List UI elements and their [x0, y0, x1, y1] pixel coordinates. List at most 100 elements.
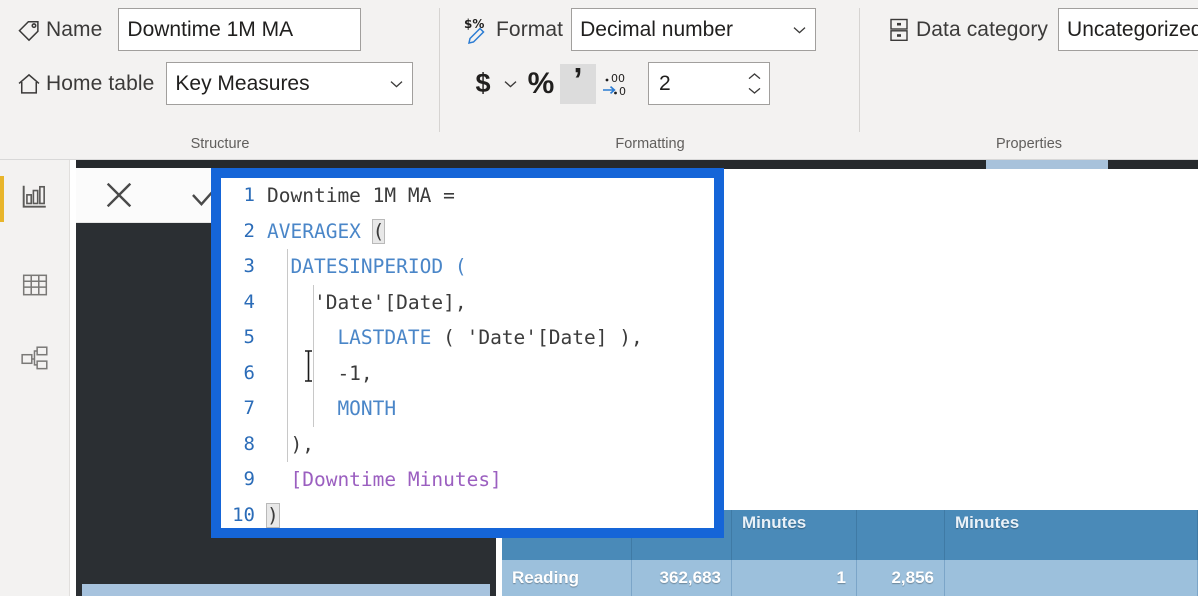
dax-token: Downtime 1M MA = — [267, 184, 455, 207]
home-table-label: Home table — [46, 71, 155, 95]
currency-icon: $ — [475, 68, 491, 98]
report-divider-bar-light — [82, 584, 490, 596]
dax-token: AVERAGEX — [267, 219, 373, 243]
dax-token: -1, — [267, 361, 373, 385]
dax-line: 2 AVERAGEX ( — [221, 214, 714, 250]
decimal-places-stepper[interactable]: 2 — [648, 62, 770, 105]
name-input-value: Downtime 1M MA — [127, 17, 294, 41]
format-select[interactable]: Decimal number — [571, 8, 817, 51]
thousands-separator-icon: ’ — [573, 60, 583, 98]
sidebar-item-model-view[interactable] — [0, 332, 70, 390]
horizontal-scrollbar-thumb[interactable] — [986, 160, 1108, 169]
dax-line-code: MONTH — [267, 391, 714, 427]
formatting-buttons-row: $ % ’ 00 0 2 — [468, 62, 770, 105]
model-relationships-icon — [20, 344, 50, 379]
dax-line: 8 ), — [221, 427, 714, 463]
view-switcher-rail — [0, 160, 70, 596]
home-table-field-row: Home table Key Measures — [12, 62, 414, 105]
thousands-separator-button[interactable]: ’ — [560, 60, 596, 104]
name-field-row: Name Downtime 1M MA — [12, 8, 362, 51]
dax-token: ), — [267, 432, 314, 456]
ribbon-group-label-formatting: Formatting — [615, 136, 685, 152]
dax-token: ) — [266, 502, 280, 528]
table-icon — [21, 271, 49, 304]
home-table-value: Key Measures — [175, 71, 310, 95]
currency-format-button[interactable]: $ — [468, 64, 498, 104]
percent-format-button[interactable]: % — [522, 64, 560, 104]
dax-line: 9 [Downtime Minutes] — [221, 462, 714, 498]
dax-line-code: AVERAGEX ( — [267, 214, 714, 250]
dax-token: ( 'Date'[Date] ), — [443, 326, 643, 349]
data-category-select[interactable]: Uncategorized — [1058, 8, 1198, 51]
ribbon-group-label-structure: Structure — [190, 136, 250, 152]
chevron-up-icon[interactable] — [748, 73, 761, 80]
measure-tools-ribbon: Name Downtime 1M MA Home table Key Measu… — [0, 0, 1198, 160]
cancel-formula-button[interactable] — [76, 168, 162, 223]
format-field-row: $% Format Decimal number — [462, 8, 817, 51]
dax-formula-editor[interactable]: 1 Downtime 1M MA = 2 AVERAGEX (3 DATESINPER… — [211, 168, 724, 538]
ribbon-group-structure: Name Downtime 1M MA Home table Key Measu… — [0, 0, 440, 160]
ribbon-group-formatting: $% Format Decimal number $ % ’ 00 0 2 Fo… — [440, 0, 860, 160]
svg-text:00: 00 — [611, 72, 625, 85]
dax-line: 7 MONTH — [221, 391, 714, 427]
currency-dropdown-button[interactable] — [498, 64, 522, 104]
data-category-field-row: Data category Uncategorized — [882, 8, 1198, 51]
home-table-select[interactable]: Key Measures — [166, 62, 414, 105]
data-category-icon — [882, 13, 916, 47]
dax-token: DATESINPERIOD ( — [267, 255, 467, 278]
decrease-decimals-icon: 00 0 — [603, 72, 626, 98]
sidebar-item-report-view[interactable] — [0, 170, 70, 228]
dax-line-code: ) — [266, 498, 714, 529]
sidebar-item-data-view[interactable] — [0, 258, 70, 316]
format-label: Format — [496, 17, 564, 41]
table-cell: 1 — [732, 560, 857, 596]
dax-line-code: [Downtime Minutes] — [267, 462, 714, 498]
name-input[interactable]: Downtime 1M MA — [118, 8, 362, 51]
table-cell: Reading — [502, 560, 632, 596]
dax-line: 1 Downtime 1M MA = — [221, 178, 714, 214]
name-label: Name — [46, 17, 103, 41]
dax-line-code: Downtime 1M MA = — [267, 178, 714, 214]
tag-icon — [12, 13, 46, 47]
format-dollar-percent-icon: $% — [462, 13, 496, 47]
percent-icon: % — [527, 66, 555, 100]
ribbon-group-properties: Data category Uncategorized Properties — [860, 0, 1198, 160]
home-icon — [12, 67, 46, 101]
format-value: Decimal number — [580, 17, 733, 41]
dax-token: [Downtime Minutes] — [267, 468, 502, 491]
decrease-decimals-button[interactable]: 00 0 — [596, 64, 640, 104]
dax-line: 5 LASTDATE ( 'Date'[Date] ), — [221, 320, 714, 356]
table-cell: 362,683 — [632, 560, 732, 596]
dax-line-code: ), — [267, 427, 714, 463]
svg-text:0: 0 — [619, 85, 626, 98]
dax-code-area[interactable]: 1 Downtime 1M MA = 2 AVERAGEX (3 DATESINPER… — [221, 178, 714, 528]
table-row[interactable]: Reading 362,683 1 2,856 — [502, 560, 1198, 596]
dax-line-code: -1, — [267, 356, 714, 392]
power-bi-measure-tools-screen: Name Downtime 1M MA Home table Key Measu… — [0, 0, 1198, 596]
table-header-cell: Minutes — [732, 510, 857, 560]
table-cell — [945, 560, 1198, 596]
dax-line: 4 'Date'[Date], — [221, 285, 714, 321]
dax-token: 'Date'[Date], — [267, 290, 467, 314]
dax-line: 6 -1, — [221, 356, 714, 392]
dax-line: 3 DATESINPERIOD ( — [221, 249, 714, 285]
chevron-down-icon — [390, 80, 403, 87]
chevron-down-icon[interactable] — [748, 87, 761, 94]
dax-token: LASTDATE — [267, 326, 444, 349]
table-header-cell: Minutes — [945, 510, 1198, 560]
dax-lines: 1 Downtime 1M MA = 2 AVERAGEX (3 DATESINPER… — [221, 178, 714, 528]
data-category-label: Data category — [916, 17, 1049, 41]
chevron-down-icon — [793, 26, 806, 33]
dax-line: 10) — [221, 498, 714, 529]
ribbon-group-label-properties: Properties — [995, 136, 1063, 152]
dax-line-code: 'Date'[Date], — [267, 285, 714, 321]
close-x-icon — [106, 182, 132, 208]
spinner-arrows[interactable] — [748, 63, 761, 104]
table-header-cell — [857, 510, 945, 560]
dax-token: ( — [371, 218, 386, 244]
dax-line-code: DATESINPERIOD ( — [267, 249, 714, 285]
dax-line-code: LASTDATE ( 'Date'[Date] ), — [267, 320, 714, 356]
data-category-value: Uncategorized — [1067, 17, 1198, 41]
decimal-places-value: 2 — [659, 71, 671, 95]
chevron-down-icon — [504, 80, 516, 88]
